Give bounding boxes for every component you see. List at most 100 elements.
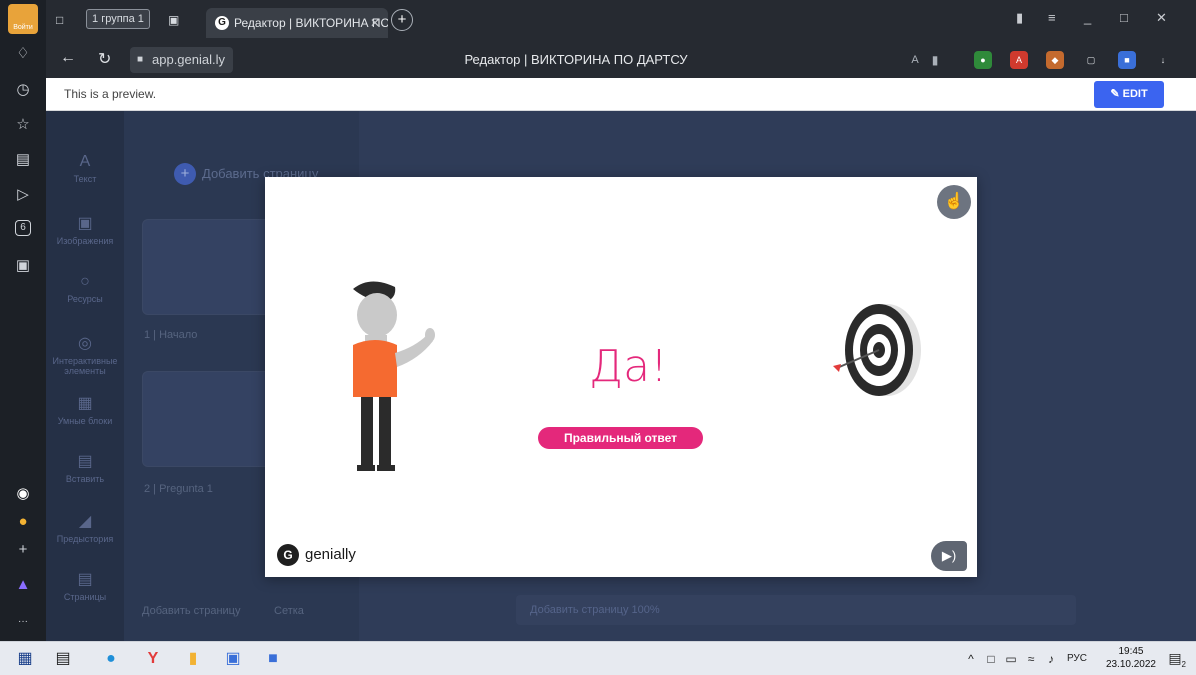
genially-brand: Ggenially xyxy=(277,543,356,567)
tool-interactive[interactable]: ◎ Интерактивные элементы xyxy=(46,333,124,376)
edit-button[interactable]: ✎ EDIT xyxy=(1094,81,1164,108)
extension-shield-icon[interactable]: ● xyxy=(974,51,992,69)
brand-name: genially xyxy=(305,546,356,563)
image-icon: ▣ xyxy=(77,215,93,232)
plus-icon: + xyxy=(174,163,196,185)
blocks-icon: ▦ xyxy=(77,395,93,412)
system-clock[interactable]: 19:45 23.10.2022 xyxy=(1106,645,1156,671)
restore-icon[interactable]: □ xyxy=(1120,10,1128,25)
start-icon[interactable]: ▦ xyxy=(14,648,36,670)
menu-icon[interactable]: ≡ xyxy=(1048,10,1056,25)
more-icon[interactable]: ··· xyxy=(13,612,33,632)
reload-icon[interactable]: ↻ xyxy=(98,49,111,69)
panel-grid[interactable]: Сетка xyxy=(274,605,304,617)
tool-images[interactable]: ▣ Изображения xyxy=(46,213,124,246)
editor-bottom-toolbar: Добавить страницу 100% xyxy=(516,595,1076,625)
browser-sidebar: Войти ♢ ◷ ☆ ▤ ▷ 6 ▣ ◉ ● + ▲ ··· xyxy=(0,0,46,641)
explorer-icon[interactable]: ▮ xyxy=(182,648,204,670)
login-label: Войти xyxy=(13,24,33,31)
tool-text[interactable]: A Текст xyxy=(46,153,124,184)
bell-icon[interactable]: ♢ xyxy=(13,44,33,64)
tabs-icon[interactable]: ▮ xyxy=(1016,10,1023,26)
page-title: Редактор | ВИКТОРИНА ПО ДАРТСУ xyxy=(464,52,688,67)
new-group-icon[interactable]: ▣ xyxy=(168,9,179,31)
alice-icon[interactable]: ▲ xyxy=(13,575,33,595)
close-window-icon[interactable]: ✕ xyxy=(1156,10,1167,26)
tool-background[interactable]: ◢ Предыстория xyxy=(46,511,124,544)
tool-label: Страницы xyxy=(63,592,107,602)
answer-title: Да! xyxy=(589,341,668,392)
tool-label: Умные блоки xyxy=(57,416,113,426)
language-indicator[interactable]: РУС xyxy=(1062,648,1092,670)
tool-pages[interactable]: ▤ Страницы xyxy=(46,569,124,602)
page-label: 2 | Pregunta 1 xyxy=(144,483,213,495)
tool-insert[interactable]: ▤ Вставить xyxy=(46,451,124,484)
genially-logo-icon: G xyxy=(277,544,299,567)
history-icon[interactable]: ◷ xyxy=(13,80,33,100)
url-field[interactable]: ■ app.genial.ly xyxy=(130,47,233,73)
correct-answer-badge: Правильный ответ xyxy=(538,427,703,449)
back-icon[interactable]: ← xyxy=(60,49,76,67)
preview-notice: This is a preview. xyxy=(64,87,157,101)
pages-icon: ▤ xyxy=(77,571,93,588)
notification-icon[interactable]: ▤2 xyxy=(1168,650,1186,669)
tool-smart-blocks[interactable]: ▦ Умные блоки xyxy=(46,393,124,426)
alice-voice-icon[interactable]: ◉ xyxy=(13,484,33,504)
wifi-icon[interactable]: ≈ xyxy=(1020,648,1042,670)
extension-adblock-icon[interactable]: A xyxy=(1010,51,1028,69)
tray-chevron-icon[interactable]: ^ xyxy=(960,648,982,670)
badge-icon[interactable]: 6 xyxy=(15,220,31,236)
tab-group-button[interactable]: 1 группа 1 xyxy=(86,9,150,29)
bookmark-icon[interactable]: ▮ xyxy=(926,51,944,69)
edit-label: EDIT xyxy=(1122,88,1148,100)
tab-title: Редактор | ВИКТОРИНА ПО ДАРТСУ xyxy=(234,16,388,30)
downloads-icon[interactable]: ↓ xyxy=(1154,51,1172,69)
tool-label: Изображения xyxy=(56,236,114,246)
tool-resources[interactable]: ○ Ресурсы xyxy=(46,273,124,304)
tool-label: Текст xyxy=(73,174,97,184)
extension-puzzle-icon[interactable]: ◆ xyxy=(1046,51,1064,69)
dartboard-target-icon xyxy=(833,304,921,396)
tab-group-label: группа 1 xyxy=(101,13,144,25)
screenshot-icon[interactable]: ▣ xyxy=(13,256,33,276)
sound-icon[interactable]: ▶) xyxy=(931,541,967,571)
editor-tools: A Текст ▣ Изображения ○ Ресурсы ◎ Интерактив… xyxy=(46,111,124,641)
battery-icon[interactable]: ▭ xyxy=(1000,648,1022,670)
collections-icon[interactable]: ▤ xyxy=(13,150,33,170)
interactive-icon: ◎ xyxy=(78,335,92,352)
edge-icon[interactable]: ● xyxy=(100,648,122,670)
bookmarks-star-icon[interactable]: ☆ xyxy=(13,115,33,135)
taskbar: ▦ ▤ ● Y ▮ ▣ ■ ^ □ ▭ ≈ ♪ РУС 19:45 23.10.… xyxy=(0,641,1196,675)
touch-icon[interactable]: ☝ xyxy=(937,185,971,219)
tab-active[interactable]: G Редактор | ВИКТОРИНА ПО ДАРТСУ ✕ xyxy=(206,8,388,38)
panel-add-page[interactable]: Добавить страницу xyxy=(142,605,240,617)
preview-slide: ☝ Да! Правильный ответ Ggenially ▶) xyxy=(265,177,977,577)
yandex-icon[interactable]: Y xyxy=(142,648,164,670)
genially-favicon-icon: G xyxy=(215,16,229,30)
lock-icon: ■ xyxy=(137,54,144,65)
dart-player-illustration xyxy=(353,281,435,471)
task-view-icon[interactable]: ▤ xyxy=(52,648,74,670)
media-app-icon[interactable]: ■ xyxy=(262,648,284,670)
clock-date: 23.10.2022 xyxy=(1105,659,1156,670)
tray-app-icon[interactable]: □ xyxy=(980,648,1002,670)
add-app-icon[interactable]: + xyxy=(13,540,33,560)
text-icon: A xyxy=(79,153,91,170)
clock-time: 19:45 xyxy=(1118,646,1144,657)
minimize-icon[interactable]: _ xyxy=(1084,10,1091,25)
badge-count: 6 xyxy=(20,222,26,233)
notification-count: 2 xyxy=(1181,659,1186,669)
profile-login-button[interactable]: Войти xyxy=(8,4,38,34)
play-icon[interactable]: ▷ xyxy=(13,185,33,205)
extension-screen-icon[interactable]: ■ xyxy=(1118,51,1136,69)
close-tab-icon[interactable]: ✕ xyxy=(370,8,380,38)
clipboard-icon[interactable]: ▢ xyxy=(1082,51,1100,69)
page-label: 1 | Начало xyxy=(144,329,198,341)
volume-icon[interactable]: ♪ xyxy=(1040,648,1062,670)
document-app-icon[interactable]: ▣ xyxy=(222,648,244,670)
sync-icon[interactable]: □ xyxy=(56,9,63,31)
translate-icon[interactable]: A xyxy=(906,51,924,69)
new-tab-icon[interactable]: + xyxy=(391,9,413,31)
url-text: app.genial.ly xyxy=(152,52,225,67)
app-icon[interactable]: ● xyxy=(13,512,33,532)
